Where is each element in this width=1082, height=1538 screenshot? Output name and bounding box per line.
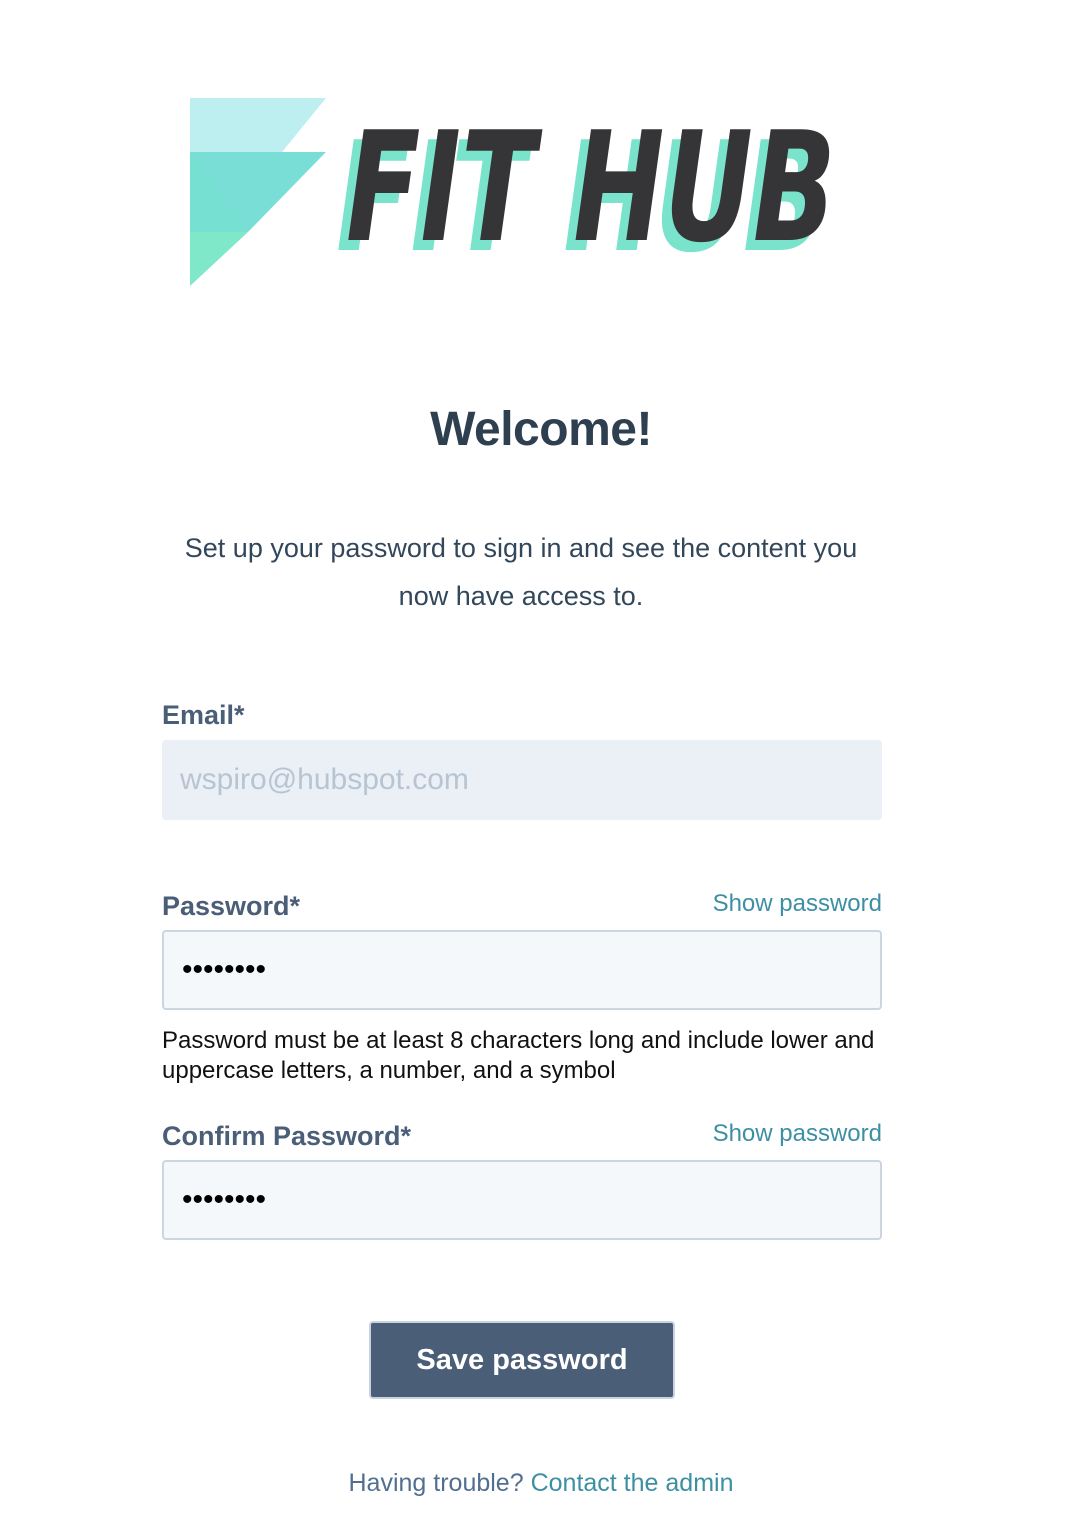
save-password-button[interactable]: Save password [369, 1321, 675, 1399]
help-footer: Having trouble? Contact the admin [0, 1466, 1082, 1500]
page-title: Welcome! [430, 403, 652, 456]
email-field [162, 740, 882, 820]
logo-text: FIT HUB [346, 99, 836, 276]
help-prompt: Having trouble? [348, 1469, 524, 1497]
password-label: Password* [162, 891, 301, 921]
password-field[interactable] [162, 930, 882, 1010]
password-requirements-hint: Password must be at least 8 characters l… [162, 1027, 875, 1084]
show-password-link[interactable]: Show password [713, 888, 882, 920]
confirm-password-field[interactable] [162, 1160, 882, 1240]
email-label: Email* [162, 700, 245, 730]
password-setup-page: FIT HUB FIT HUB Welcome! Set up your pas… [0, 0, 1082, 1538]
page-subtitle: Set up your password to sign in and see … [184, 533, 858, 611]
show-confirm-password-link[interactable]: Show password [713, 1118, 882, 1150]
contact-admin-link[interactable]: Contact the admin [531, 1469, 734, 1497]
fit-hub-logo: FIT HUB FIT HUB [186, 92, 866, 292]
fit-hub-logo-graphic: FIT HUB FIT HUB [190, 98, 836, 286]
confirm-password-label: Confirm Password* [162, 1121, 412, 1151]
